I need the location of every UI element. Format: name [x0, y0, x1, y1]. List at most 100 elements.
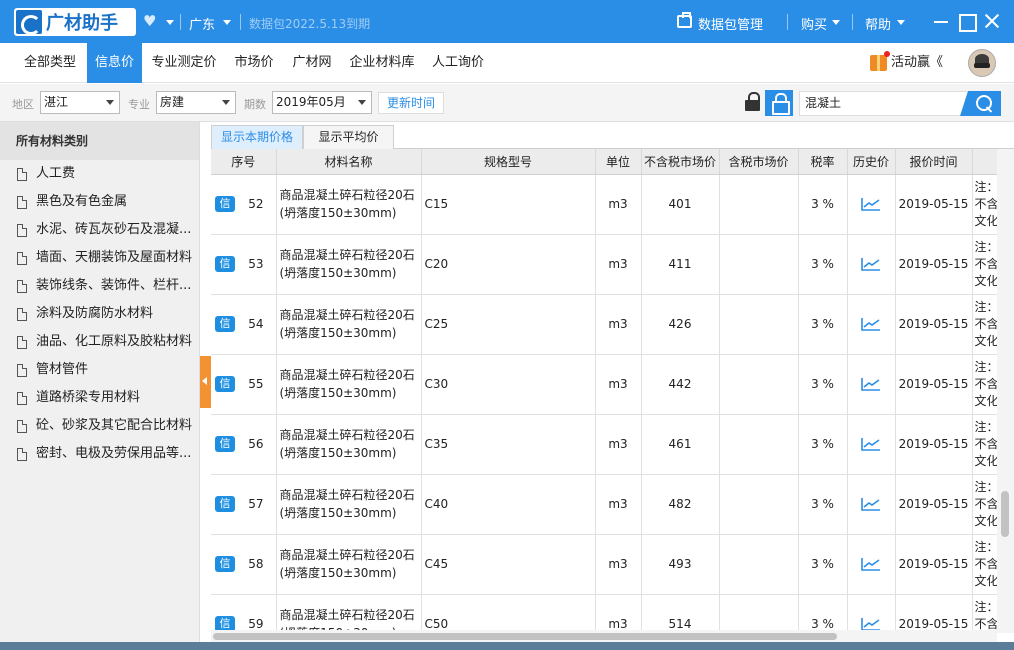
col-header-price-excl-tax[interactable]: 不含税市场价 [641, 149, 720, 175]
favorite-heart-icon[interactable]: ♥ [143, 12, 156, 30]
nav-tab-professional-price[interactable]: 专业测定价 [144, 43, 224, 83]
table-row[interactable]: 信59商品混凝土碎石粒径20石(坍落度150±30mm)C50m3514 3 % 2… [211, 594, 997, 633]
region-select-value: 湛江 [44, 95, 69, 109]
material-name-line2: (坍落度150±30mm) [279, 266, 397, 280]
nav-tab-manual-inquiry[interactable]: 人工询价 [424, 43, 492, 83]
buy-caret-icon[interactable] [832, 20, 840, 25]
cell-history[interactable] [847, 234, 896, 295]
sidebar-category-label: 墙面、天棚装饰及屋面材料 [36, 250, 193, 265]
region-dropdown-caret-icon[interactable] [223, 20, 231, 25]
line-chart-icon[interactable] [861, 197, 881, 212]
search-input[interactable]: 混凝土 [799, 91, 967, 116]
col-header-name[interactable]: 材料名称 [276, 149, 422, 175]
col-header-history[interactable]: 历史价 [847, 149, 896, 175]
horizontal-scrollbar[interactable] [211, 630, 997, 642]
maximize-icon[interactable] [957, 11, 977, 32]
region-select[interactable]: 湛江 [40, 91, 120, 114]
col-header-note[interactable] [972, 149, 997, 175]
sidebar-category-item[interactable]: 墙面、天棚装饰及屋面材料 [0, 244, 199, 272]
help-caret-icon[interactable] [897, 20, 905, 25]
sidebar-category-item[interactable]: 水泥、砖瓦灰砂石及混凝... [0, 216, 199, 244]
col-header-quote-date[interactable]: 报价时间 [895, 149, 973, 175]
sidebar-category-item[interactable]: 装饰线条、装饰件、栏杆... [0, 272, 199, 300]
line-chart-icon[interactable] [861, 377, 881, 392]
line-chart-icon[interactable] [861, 557, 881, 572]
minimize-icon[interactable] [931, 11, 951, 31]
nav-tab-enterprise-library[interactable]: 企业材料库 [343, 43, 421, 83]
package-management-button[interactable]: 数据包管理 [698, 14, 763, 33]
sidebar-category-item[interactable]: 黑色及有色金属 [0, 188, 199, 216]
buy-menu[interactable]: 购买 [801, 14, 827, 33]
note-text: 不含 [974, 376, 997, 391]
nav-tab-gcw[interactable]: 广材网 [284, 43, 340, 83]
vertical-scrollbar-thumb[interactable] [1001, 491, 1009, 537]
note-text: 注： [974, 539, 997, 554]
cell-history[interactable] [847, 474, 896, 535]
note-text: 注： [974, 479, 997, 494]
col-header-unit[interactable]: 单位 [595, 149, 642, 175]
unlock-icon[interactable] [765, 90, 793, 116]
table-row[interactable]: 信 55 商品混凝土碎石粒径20石 (坍落度150±30mm) C30 m3 442 3 % 2… [211, 354, 997, 415]
line-chart-icon[interactable] [861, 437, 881, 452]
nav-tab-all-types[interactable]: 全部类型 [14, 43, 86, 83]
line-chart-icon[interactable] [861, 317, 881, 332]
cell-history[interactable] [847, 414, 896, 475]
period-select[interactable]: 2019年05月 [272, 91, 372, 114]
col-header-price-incl-tax[interactable]: 含税市场价 [719, 149, 799, 175]
lock-icon[interactable] [744, 92, 764, 114]
vertical-scrollbar[interactable] [997, 149, 1014, 633]
cell-material-name: 商品混凝土碎石粒径20石(坍落度150±30mm) [276, 594, 422, 633]
cell-history[interactable] [847, 294, 896, 355]
col-header-tax-rate[interactable]: 税率 [798, 149, 848, 175]
table-row[interactable]: 信 58 商品混凝土碎石粒径20石 (坍落度150±30mm) C45 m3 493 3 % 2… [211, 534, 997, 595]
help-menu[interactable]: 帮助 [865, 14, 891, 33]
cell-note: 注： 不含文化 [972, 414, 997, 475]
nav-tab-info-price[interactable]: 信息价 [87, 43, 142, 83]
col-header-seq[interactable]: 序号 [211, 149, 277, 175]
user-avatar[interactable] [968, 49, 996, 77]
table-row[interactable]: 信 53 商品混凝土碎石粒径20石 (坍落度150±30mm) C20 m3 411 3 % 2… [211, 234, 997, 295]
horizontal-scrollbar-thumb[interactable] [213, 633, 837, 640]
cell-history[interactable] [847, 174, 896, 235]
collapse-sidebar-handle[interactable] [200, 356, 211, 408]
sidebar-category-item[interactable]: 密封、电极及劳保用品等... [0, 440, 199, 468]
cell-spec: C20 [421, 234, 596, 295]
cell-unit: m3 [595, 354, 642, 415]
cell-history[interactable] [847, 534, 896, 595]
sidebar-category-item[interactable]: 人工费 [0, 160, 199, 188]
line-chart-icon[interactable] [861, 497, 881, 512]
close-icon[interactable] [982, 11, 1002, 31]
table-row[interactable]: 信 56 商品混凝土碎石粒径20石 (坍落度150±30mm) C35 m3 461 3 % 2… [211, 414, 997, 475]
tab-current-price[interactable]: 显示本期价格 [211, 125, 303, 149]
region-selector[interactable]: 广东 [189, 14, 215, 33]
cell-seq: 信 53 [211, 234, 277, 295]
profession-select[interactable]: 房建 [156, 91, 236, 114]
sidebar-category-item[interactable]: 砼、砂浆及其它配合比材料 [0, 412, 199, 440]
table-row[interactable]: 信 52 商品混凝土碎石粒径20石 (坍落度150±30mm) C15 m3 401 3 % 2… [211, 174, 997, 235]
cell-history[interactable] [847, 354, 896, 415]
col-header-spec[interactable]: 规格型号 [421, 149, 596, 175]
document-icon [17, 420, 27, 433]
sidebar-category-item[interactable]: 涂料及防腐防水材料 [0, 300, 199, 328]
nav-tab-market-price[interactable]: 市场价 [227, 43, 281, 83]
cell-tax-rate: 3 % [798, 234, 848, 295]
cell-quote-date: 2019-05-15 [895, 594, 973, 633]
note-text: 文化 [974, 453, 997, 468]
sidebar-category-item[interactable]: 油品、化工原料及胶粘材料 [0, 328, 199, 356]
activity-link[interactable]: 活动赢《 [891, 43, 943, 83]
table-row[interactable]: 信 54 商品混凝土碎石粒径20石 (坍落度150±30mm) C25 m3 426 3 % 2… [211, 294, 997, 355]
cell-unit: m3 [595, 594, 642, 633]
region-label: 地区 [12, 98, 34, 111]
table-row[interactable]: 信 57 商品混凝土碎石粒径20石 (坍落度150±30mm) C40 m3 482 3 % 2… [211, 474, 997, 535]
line-chart-icon[interactable] [861, 257, 881, 272]
tab-average-price[interactable]: 显示平均价 [303, 125, 394, 149]
update-time-button[interactable]: 更新时间 [378, 92, 444, 114]
sidebar-category-item[interactable]: 道路桥梁专用材料 [0, 384, 199, 412]
cell-history[interactable] [847, 594, 896, 633]
sidebar-category-item[interactable]: 管材管件 [0, 356, 199, 384]
briefcase-icon[interactable] [677, 12, 692, 28]
note-text: 不含 [974, 436, 997, 451]
favorite-dropdown-caret-icon[interactable] [166, 20, 174, 25]
gift-icon[interactable] [870, 55, 887, 71]
cell-material-name: 商品混凝土碎石粒径20石(坍落度150±30mm) [276, 174, 422, 235]
